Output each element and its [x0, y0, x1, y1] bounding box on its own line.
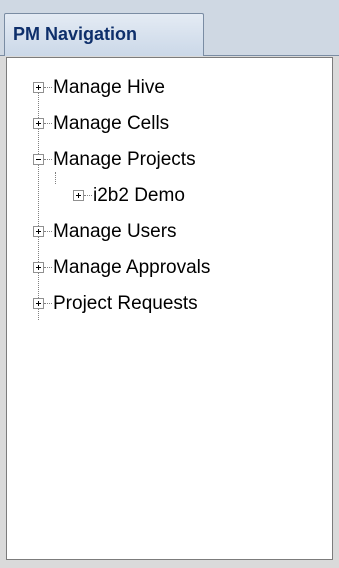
tree-item-label[interactable]: i2b2 Demo [93, 180, 185, 212]
tree-item-label[interactable]: Manage Hive [53, 72, 165, 104]
plus-box-icon[interactable] [33, 118, 44, 129]
plus-box-icon[interactable] [73, 190, 84, 201]
tree-container: Manage Hive Manage Cells Manage Projects… [7, 58, 332, 559]
tree-item-label[interactable]: Project Requests [53, 288, 198, 320]
pm-navigation-panel: PM Navigation Manage Hive Manage Cells M… [0, 0, 339, 568]
tree-branch-line [44, 159, 52, 160]
plus-box-icon[interactable] [33, 298, 44, 309]
tree-branch-line [44, 303, 52, 304]
tree-branch-line [44, 267, 52, 268]
tree-item-label[interactable]: Manage Projects [53, 144, 196, 176]
tree-branch-line [84, 195, 92, 196]
tab-strip-divider [205, 55, 339, 56]
minus-box-icon[interactable] [33, 154, 44, 165]
tree-branch-line [44, 231, 52, 232]
plus-box-icon[interactable] [33, 226, 44, 237]
plus-box-icon[interactable] [33, 82, 44, 93]
tree-view[interactable]: Manage Hive Manage Cells Manage Projects… [6, 57, 333, 560]
tab-pm-navigation[interactable]: PM Navigation [4, 13, 204, 56]
tree-branch-line [44, 123, 52, 124]
tree-branch-line [44, 87, 52, 88]
tree-item-label[interactable]: Manage Users [53, 216, 177, 248]
tab-strip: PM Navigation [0, 0, 339, 56]
tree-item-label[interactable]: Manage Approvals [53, 252, 210, 284]
plus-box-icon[interactable] [33, 262, 44, 273]
tree-item-label[interactable]: Manage Cells [53, 108, 169, 140]
